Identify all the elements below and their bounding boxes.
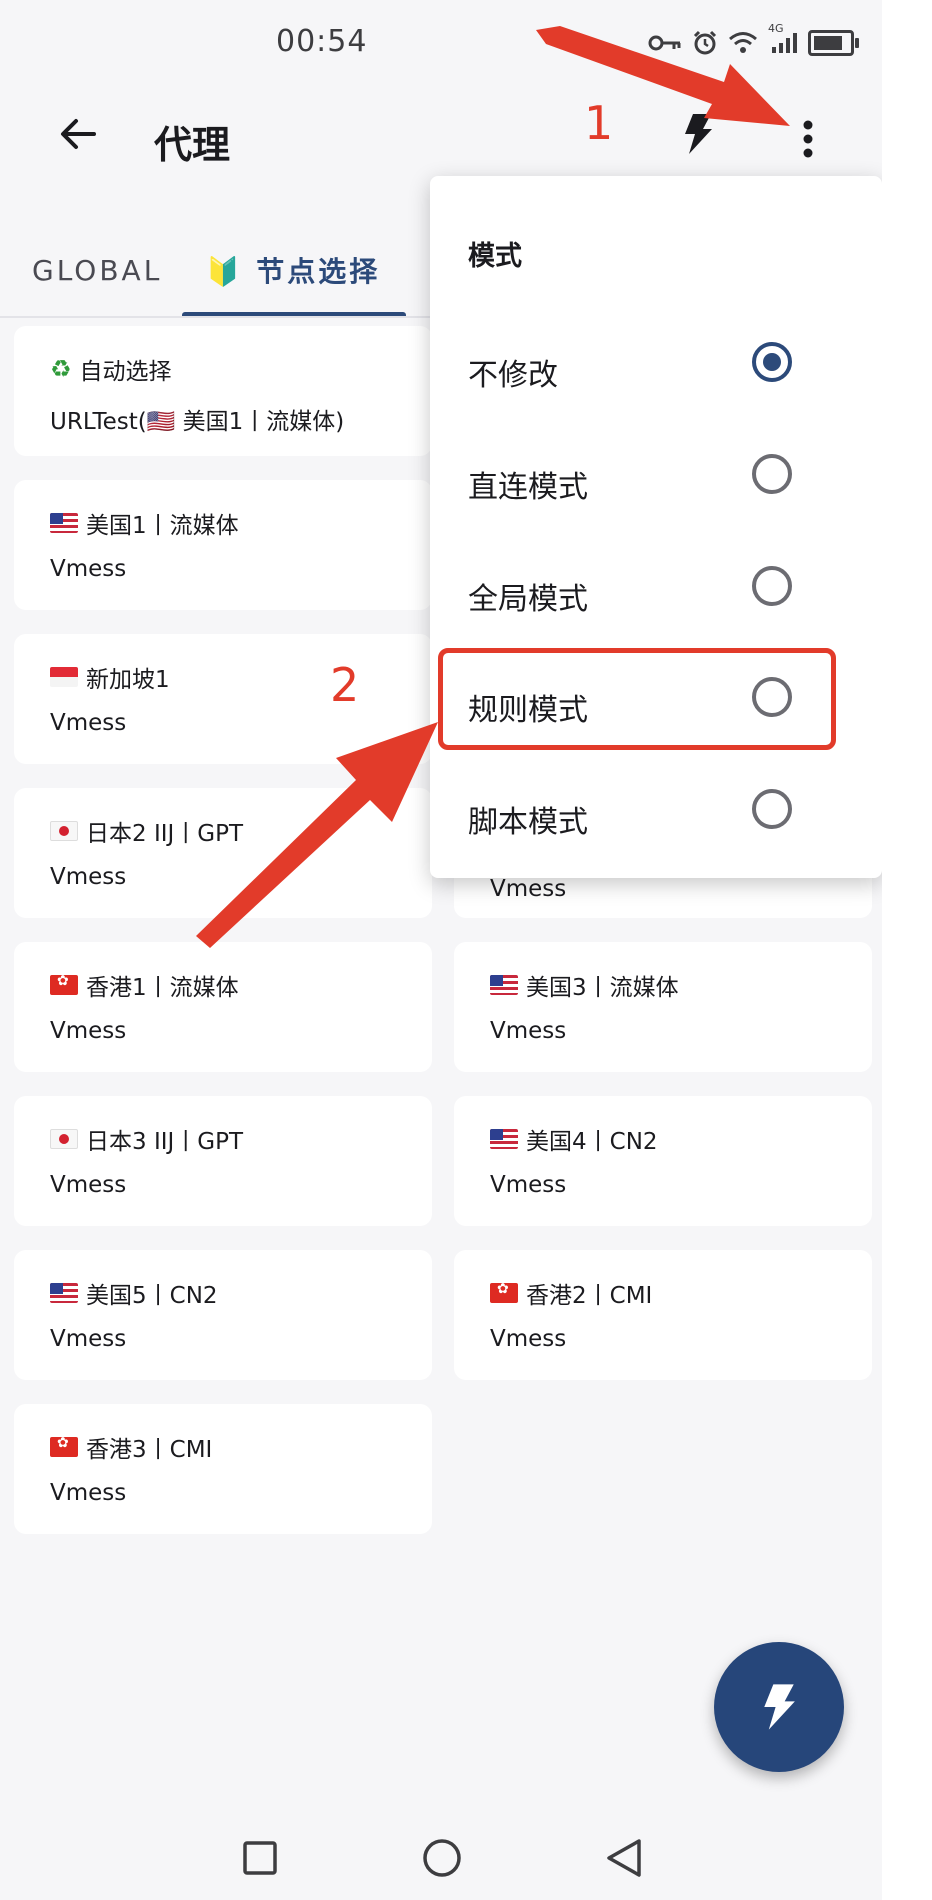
circle-icon <box>423 1839 461 1877</box>
proxy-card[interactable]: 日本2 IIJ丨GPT Vmess <box>14 788 432 918</box>
annotation-number-1: 1 <box>584 96 614 150</box>
proxy-card[interactable]: 香港2丨CMI Vmess <box>454 1250 872 1380</box>
mode-menu: 模式 不修改 直连模式 全局模式 规则模式 脚本模式 <box>430 176 882 878</box>
app-screen: 00:54 4G 代理 GLOBAL 🔰 节点选择 ♻ 自动选择 URLTest… <box>0 0 882 1900</box>
proxy-name: 自动选择 <box>79 359 172 385</box>
recycle-icon: ♻ <box>50 355 72 383</box>
us-flag-icon <box>50 513 78 533</box>
home-button[interactable] <box>418 1834 466 1882</box>
flash-button[interactable] <box>674 110 722 158</box>
square-icon <box>243 1841 277 1875</box>
hk-flag-icon <box>50 1437 78 1457</box>
proxy-type: Vmess <box>50 1480 127 1506</box>
back-button[interactable] <box>54 110 102 158</box>
proxy-name: 日本2 IIJ丨GPT <box>86 821 244 847</box>
proxy-type: Vmess <box>490 1018 567 1044</box>
flash-icon <box>764 1684 795 1730</box>
proxy-type: Vmess <box>50 556 127 582</box>
mode-option-direct[interactable]: 直连模式 <box>430 426 882 536</box>
more-options-button[interactable] <box>786 112 830 166</box>
status-time: 00:54 <box>276 24 368 59</box>
proxy-card[interactable]: 新加坡1 Vmess <box>14 634 432 764</box>
proxy-name: 美国4丨CN2 <box>526 1129 658 1155</box>
recent-apps-button[interactable] <box>236 1834 284 1882</box>
hk-flag-icon <box>490 1283 518 1303</box>
radio-unselected-icon[interactable] <box>752 566 792 606</box>
4g-signal-icon: 4G <box>768 22 798 58</box>
proxy-card[interactable]: ♻ 自动选择 URLTest(🇺🇸 美国1丨流媒体) <box>14 326 432 456</box>
mode-option-label: 不修改 <box>468 358 558 393</box>
alarm-icon <box>692 28 718 58</box>
proxy-name: 香港1丨流媒体 <box>86 975 239 1001</box>
radio-unselected-icon[interactable] <box>752 454 792 494</box>
jp-flag-icon <box>50 821 78 841</box>
wifi-icon <box>728 28 758 58</box>
more-vert-icon <box>803 120 813 158</box>
proxy-card[interactable]: 日本3 IIJ丨GPT Vmess <box>14 1096 432 1226</box>
mode-option-no-change[interactable]: 不修改 <box>430 314 882 424</box>
page-title: 代理 <box>154 123 231 167</box>
mode-option-label: 直连模式 <box>468 470 588 505</box>
proxy-card[interactable]: 美国1丨流媒体 Vmess <box>14 480 432 610</box>
proxy-type: Vmess <box>490 1326 567 1352</box>
us-flag-icon <box>490 1129 518 1149</box>
proxy-name: 美国3丨流媒体 <box>526 975 679 1001</box>
proxy-type: Vmess <box>50 1172 127 1198</box>
proxy-name: 日本3 IIJ丨GPT <box>86 1129 244 1155</box>
proxy-type: Vmess <box>490 876 567 902</box>
menu-title: 模式 <box>468 241 522 272</box>
us-flag-icon <box>50 1283 78 1303</box>
status-icons: 4G <box>648 22 859 58</box>
proxy-name: 美国5丨CN2 <box>86 1283 218 1309</box>
proxy-card[interactable]: 美国3丨流媒体 Vmess <box>454 942 872 1072</box>
proxy-type: Vmess <box>490 1172 567 1198</box>
annotation-number-2: 2 <box>330 658 360 712</box>
proxy-name: 美国1丨流媒体 <box>86 513 239 539</box>
mode-option-label: 全局模式 <box>468 582 588 617</box>
mode-option-global[interactable]: 全局模式 <box>430 538 882 648</box>
radio-selected-icon[interactable] <box>752 342 792 382</box>
rule-mode-highlight <box>438 648 836 750</box>
flash-icon <box>685 114 712 154</box>
sg-flag-icon <box>50 667 78 687</box>
key-icon <box>648 28 682 58</box>
proxy-card[interactable]: 美国4丨CN2 Vmess <box>454 1096 872 1226</box>
proxy-type: Vmess <box>50 710 127 736</box>
triangle-back-icon <box>607 1839 641 1877</box>
tab-global[interactable]: GLOBAL <box>32 226 162 314</box>
hk-flag-icon <box>50 975 78 995</box>
mode-option-script[interactable]: 脚本模式 <box>430 761 882 871</box>
proxy-name: 香港3丨CMI <box>86 1437 213 1463</box>
battery-icon <box>808 28 859 58</box>
connect-fab[interactable] <box>714 1642 844 1772</box>
proxy-card[interactable]: 美国5丨CN2 Vmess <box>14 1250 432 1380</box>
mode-option-label: 脚本模式 <box>468 805 588 840</box>
proxy-card[interactable]: 香港3丨CMI Vmess <box>14 1404 432 1534</box>
proxy-name: 香港2丨CMI <box>526 1283 653 1309</box>
tab-node-select[interactable]: 🔰 节点选择 <box>180 226 406 314</box>
proxy-name: 新加坡1 <box>86 667 170 693</box>
proxy-card[interactable]: 香港1丨流媒体 Vmess <box>14 942 432 1072</box>
radio-unselected-icon[interactable] <box>752 789 792 829</box>
jp-flag-icon <box>50 1129 78 1149</box>
proxy-type: URLTest(🇺🇸 美国1丨流媒体) <box>50 409 345 435</box>
proxy-type: Vmess <box>50 1018 127 1044</box>
proxy-type: Vmess <box>50 1326 127 1352</box>
proxy-type: Vmess <box>50 864 127 890</box>
us-flag-icon <box>490 975 518 995</box>
back-nav-button[interactable] <box>600 1834 648 1882</box>
network-label: 4G <box>768 22 784 35</box>
back-arrow-icon <box>61 119 96 149</box>
